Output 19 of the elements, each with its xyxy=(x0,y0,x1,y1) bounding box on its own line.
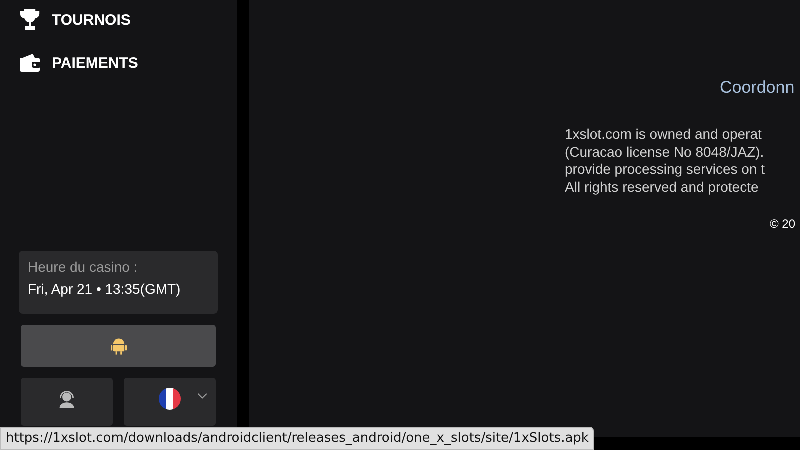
chevron-down-icon xyxy=(197,393,208,400)
sidebar-item[interactable]: PAIEMENTS xyxy=(19,52,218,74)
legal-text: 1xslot.com is owned and operat xyxy=(565,126,763,144)
android-icon xyxy=(110,337,126,355)
sidebar-item[interactable]: TOURNOIS xyxy=(19,9,218,31)
status-bar-url: https://1xslot.com/downloads/androidclient/releases_android/one_x_slots/site/1xSlots.apk xyxy=(0,427,594,450)
legal-text: (Curacao license No 8048/JAZ). xyxy=(565,144,765,161)
trophy-icon xyxy=(19,9,41,31)
headset-icon xyxy=(58,390,76,408)
casino-time-value: Fri, Apr 21 • 13:35(GMT) xyxy=(28,281,182,297)
casino-time-label: Heure du casino : xyxy=(28,259,139,275)
flag-icon xyxy=(159,388,181,410)
legal-text: All rights reserved and protecte xyxy=(565,178,760,196)
copyright-text: © 20 xyxy=(770,217,796,231)
contacts-heading: Coordonn xyxy=(720,78,795,98)
wallet-icon xyxy=(19,52,41,74)
legal-text: provide processing services on t xyxy=(565,161,765,178)
language-selector[interactable] xyxy=(124,378,216,426)
support-button[interactable] xyxy=(21,378,113,426)
